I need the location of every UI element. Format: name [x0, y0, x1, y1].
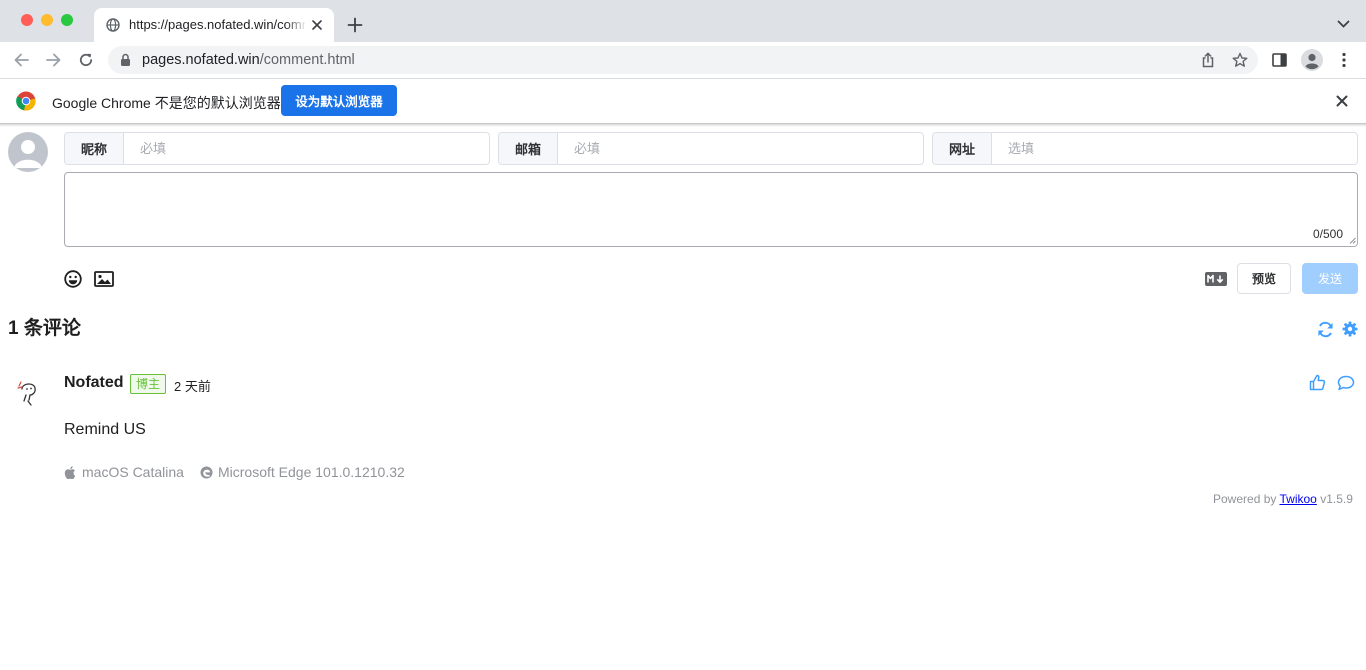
apple-icon: [64, 465, 76, 479]
char-counter: 0/500: [1313, 227, 1344, 241]
default-avatar: [8, 132, 48, 172]
profile-avatar-icon[interactable]: [1301, 49, 1323, 71]
os-info: macOS Catalina: [64, 464, 184, 480]
url-path: /comment.html: [259, 52, 355, 68]
email-label: 邮箱: [499, 133, 558, 164]
reload-icon[interactable]: [78, 52, 94, 68]
preview-button[interactable]: 预览: [1237, 263, 1291, 294]
forward-arrow-icon[interactable]: [45, 52, 62, 68]
website-label: 网址: [933, 133, 992, 164]
share-icon[interactable]: [1201, 52, 1215, 68]
new-tab-icon[interactable]: [347, 17, 363, 33]
browser-name: Microsoft Edge 101.0.1210.32: [218, 464, 405, 480]
owner-badge: 博主: [130, 374, 167, 394]
tab-title: https://pages.nofated.win/comment.html: [129, 17, 305, 32]
markdown-icon[interactable]: [1205, 272, 1227, 286]
tab-search-chevron-icon[interactable]: [1337, 19, 1350, 29]
comment-textarea[interactable]: [64, 172, 1358, 247]
url-text[interactable]: pages.nofated.win/comment.html: [142, 52, 355, 68]
version: v1.5.9: [1320, 492, 1353, 506]
nick-field: 昵称: [64, 132, 490, 165]
refresh-icon[interactable]: [1317, 321, 1334, 338]
tab-title-fade: [285, 12, 307, 36]
like-thumb-icon[interactable]: [1309, 374, 1326, 391]
bookmark-star-icon[interactable]: [1232, 52, 1248, 68]
browser-info: Microsoft Edge 101.0.1210.32: [200, 464, 405, 480]
powered-by: Powered by Twikoo v1.5.9: [1213, 492, 1353, 506]
settings-gear-icon[interactable]: [1342, 321, 1358, 337]
email-field: 邮箱: [498, 132, 924, 165]
commenter-nick[interactable]: Nofated: [64, 374, 124, 392]
resize-handle-icon[interactable]: [1349, 237, 1356, 244]
url-host: pages.nofated.win: [142, 52, 260, 68]
close-tab-icon[interactable]: [311, 19, 323, 31]
edge-logo-icon: [200, 466, 213, 478]
close-infobar-icon[interactable]: [1336, 95, 1348, 107]
website-input[interactable]: [993, 133, 1353, 164]
set-default-browser-button[interactable]: 设为默认浏览器: [281, 85, 397, 116]
minimize-window-button[interactable]: [41, 14, 53, 26]
comment-count-title: 1 条评论: [8, 318, 81, 339]
powered-prefix: Powered by: [1213, 492, 1277, 506]
globe-icon: [106, 18, 120, 32]
emoji-icon[interactable]: [64, 270, 82, 288]
send-button[interactable]: 发送: [1302, 263, 1358, 294]
user-silhouette-icon: [14, 140, 42, 168]
twikoo-link[interactable]: Twikoo: [1280, 492, 1317, 506]
website-field: 网址: [932, 132, 1358, 165]
lock-icon[interactable]: [120, 53, 131, 67]
comment-content: Remind US: [64, 421, 146, 438]
maximize-window-button[interactable]: [61, 14, 73, 26]
infobar-message: Google Chrome 不是您的默认浏览器: [52, 95, 281, 111]
os-name: macOS Catalina: [82, 464, 184, 480]
close-window-button[interactable]: [21, 14, 33, 26]
kebab-menu-icon[interactable]: [1342, 52, 1346, 68]
nick-label: 昵称: [65, 133, 124, 164]
infobar-shadow: [0, 124, 1366, 127]
comment-time: 2 天前: [174, 379, 211, 394]
email-input[interactable]: [559, 133, 919, 164]
commenter-avatar[interactable]: [10, 374, 48, 412]
nick-input[interactable]: [125, 133, 485, 164]
chrome-logo-icon: [16, 91, 36, 111]
side-panel-icon[interactable]: [1272, 53, 1287, 67]
back-arrow-icon[interactable]: [13, 52, 30, 68]
image-upload-icon[interactable]: [94, 271, 114, 287]
reply-bubble-icon[interactable]: [1337, 375, 1355, 391]
